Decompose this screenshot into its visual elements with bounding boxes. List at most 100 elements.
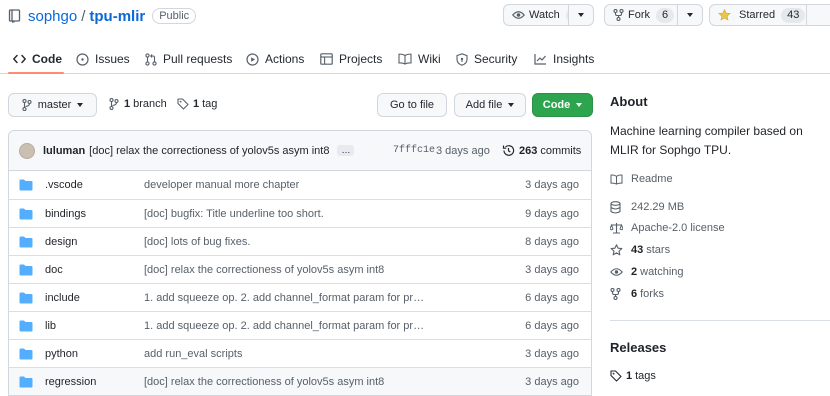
watch-label: Watch [529, 9, 560, 21]
tab-pull-requests[interactable]: Pull requests [145, 44, 232, 74]
branch-name: master [37, 99, 72, 111]
tab-wiki[interactable]: Wiki [398, 44, 441, 74]
forks-link[interactable]: 6 forks [610, 283, 664, 305]
file-commit-date: 8 days ago [525, 235, 579, 248]
file-commit-message-link[interactable]: 1. add squeeze op. 2. add channel_format… [144, 292, 429, 304]
tab-insights[interactable]: Insights [534, 44, 594, 74]
releases-heading[interactable]: Releases [610, 340, 666, 355]
tab-issues[interactable]: Issues [76, 44, 130, 74]
graph-icon [534, 53, 547, 65]
file-name-link[interactable]: design [45, 236, 77, 248]
file-row[interactable]: include 1. add squeeze op. 2. add channel… [9, 283, 591, 311]
play-icon [246, 52, 259, 66]
file-name-link[interactable]: bindings [45, 208, 86, 220]
file-commit-message-link[interactable]: [doc] relax the correctioness of yolov5s… [144, 264, 384, 276]
sidebar-divider [610, 320, 830, 321]
tags-link[interactable]: 1 tag [177, 98, 217, 110]
chevron-down-icon [578, 13, 584, 17]
file-name-link[interactable]: .vscode [45, 179, 83, 191]
table-icon [320, 53, 333, 65]
eye-icon [512, 10, 525, 20]
file-commit-message-link[interactable]: developer manual more chapter [144, 179, 299, 191]
tab-actions[interactable]: Actions [246, 44, 304, 74]
file-commit-date: 6 days ago [525, 291, 579, 304]
tab-code[interactable]: Code [13, 44, 62, 74]
file-row[interactable]: python add run_eval scripts 3 days ago [9, 339, 591, 367]
commit-expand-button[interactable]: … [337, 145, 355, 156]
commit-message-link[interactable]: [doc] relax the correctioness of yolov5s… [89, 145, 329, 157]
star-dropdown-button[interactable] [806, 4, 830, 26]
readme-label: Readme [631, 173, 673, 185]
branch-icon [22, 99, 32, 111]
file-row[interactable]: regression [doc] relax the correctioness … [9, 367, 591, 395]
file-row[interactable]: bindings [doc] bugfix: Title underline to… [9, 199, 591, 227]
star-icon [610, 244, 623, 256]
tab-label: Actions [265, 52, 305, 66]
commit-hash-link[interactable]: 7fffc1e [393, 145, 435, 156]
file-name-link[interactable]: python [45, 348, 78, 360]
folder-icon [19, 264, 33, 276]
file-commit-message-link[interactable]: [doc] bugfix: Title underline too short. [144, 208, 324, 220]
readme-link[interactable]: Readme [610, 168, 673, 190]
issue-icon [76, 52, 89, 66]
watch-dropdown-button[interactable] [568, 4, 594, 26]
file-commit-message-link[interactable]: add run_eval scripts [144, 348, 242, 360]
repo-description: Machine learning compiler based on MLIR … [610, 124, 803, 157]
watch-button[interactable]: Watch 2 [503, 4, 584, 26]
file-commit-date: 6 days ago [525, 319, 579, 332]
tab-security[interactable]: Security [456, 44, 517, 74]
star-button[interactable]: Starred 43 [709, 4, 807, 26]
code-button[interactable]: Code [532, 93, 593, 117]
book-icon [398, 53, 412, 65]
file-name-link[interactable]: doc [45, 264, 63, 276]
latest-commit-bar: luluman [doc] relax the correctioness of… [9, 131, 591, 171]
commits-label: commits [540, 144, 582, 157]
file-name-link[interactable]: lib [45, 320, 56, 332]
avatar[interactable] [19, 142, 35, 159]
license-link[interactable]: Apache-2.0 license [610, 217, 725, 239]
stars-count: 43 [631, 244, 644, 256]
repo-owner-link[interactable]: sophgo [28, 8, 77, 25]
repo-nav-tabs: Code Issues Pull requests Actions Projec… [0, 44, 830, 74]
commit-author-link[interactable]: luluman [43, 145, 85, 157]
commits-history-link[interactable]: 263 commits [502, 144, 581, 157]
pull-request-icon [145, 52, 157, 66]
branches-link[interactable]: 1 branch [109, 98, 167, 110]
tags-label: tag [202, 98, 218, 110]
shield-icon [456, 52, 468, 66]
file-row[interactable]: .vscode developer manual more chapter 3 da… [9, 171, 591, 199]
file-commit-message-link[interactable]: [doc] lots of bug fixes. [144, 236, 250, 248]
fork-dropdown-button[interactable] [677, 4, 703, 26]
releases-tags-link[interactable]: 1 tags [610, 365, 656, 387]
file-commit-message-link[interactable]: 1. add squeeze op. 2. add channel_format… [144, 320, 429, 332]
add-file-label: Add file [465, 99, 503, 111]
file-table: luluman [doc] relax the correctioness of… [8, 130, 592, 396]
file-commit-message-link[interactable]: [doc] relax the correctioness of yolov5s… [144, 376, 384, 388]
file-row[interactable]: lib 1. add squeeze op. 2. add channel_for… [9, 311, 591, 339]
stars-link[interactable]: 43 stars [610, 239, 670, 261]
file-commit-date: 3 days ago [525, 179, 579, 191]
tag-icon [177, 98, 189, 110]
eye-icon [610, 267, 623, 277]
branch-select-button[interactable]: master [8, 93, 97, 117]
file-name-link[interactable]: regression [45, 376, 96, 388]
chevron-down-icon [77, 103, 84, 107]
chevron-down-icon [687, 13, 693, 17]
repo-name-link[interactable]: tpu-mlir [89, 8, 145, 25]
branch-icon [109, 98, 119, 110]
forks-count: 6 [631, 288, 638, 300]
add-file-button[interactable]: Add file [454, 93, 526, 117]
repo-size-value: 242.29 MB [631, 201, 685, 213]
visibility-badge: Public [152, 8, 197, 24]
tab-projects[interactable]: Projects [320, 44, 382, 74]
tag-icon [610, 370, 623, 382]
watchers-link[interactable]: 2 watching [610, 261, 684, 283]
fork-count: 6 [656, 7, 675, 23]
file-row[interactable]: design [doc] lots of bug fixes. 8 days ago [9, 227, 591, 255]
fork-button[interactable]: Fork 6 [604, 4, 678, 26]
file-name-link[interactable]: include [45, 292, 80, 304]
license-label: Apache-2.0 license [631, 222, 725, 234]
file-row[interactable]: doc [doc] relax the correctioness of yolo… [9, 255, 591, 283]
branches-label: branch [133, 98, 167, 110]
go-to-file-button[interactable]: Go to file [377, 93, 447, 117]
